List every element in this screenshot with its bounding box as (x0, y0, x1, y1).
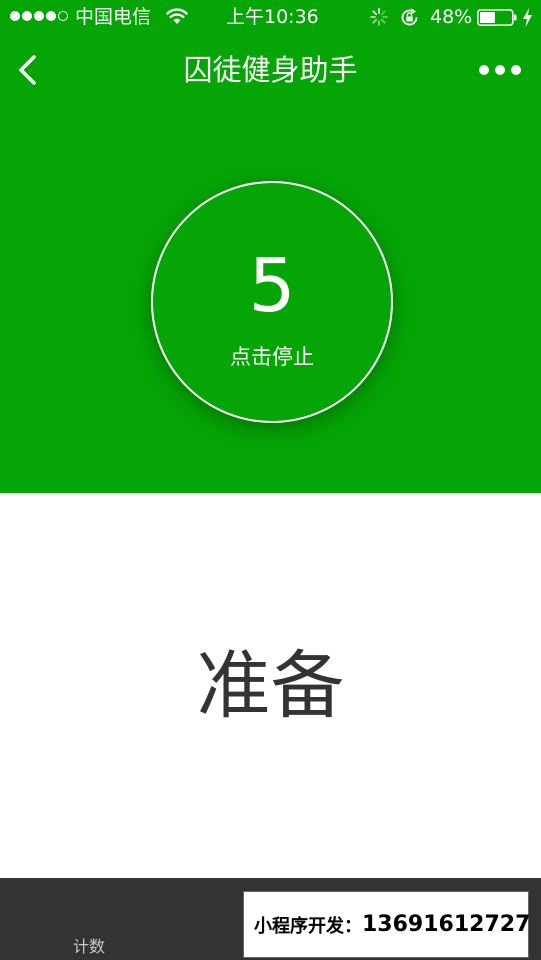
count-tab[interactable]: 计数 (73, 936, 105, 958)
developer-contact-banner: 小程序开发： 13691612727 (243, 891, 531, 958)
charging-bolt-icon (523, 8, 532, 27)
status-bar: 中国电信 上午10:36 48% (0, 0, 541, 36)
signal-strength-icon (10, 11, 68, 21)
wifi-icon (166, 8, 188, 24)
developer-phone: 13691612727 (362, 912, 531, 937)
more-dots-icon[interactable] (478, 64, 522, 76)
bottom-bar: 计数 小程序开发： 13691612727 (0, 878, 541, 960)
carrier-name: 中国电信 (75, 6, 152, 28)
timer-stop-button[interactable]: 5 点击停止 (151, 181, 393, 423)
stop-label: 点击停止 (230, 345, 314, 369)
exercise-status: 准备 (196, 643, 345, 729)
developer-label: 小程序开发： (254, 915, 362, 937)
rotation-lock-icon (401, 8, 418, 26)
header-area: 中国电信 上午10:36 48% 囚徒健身助手 5 点击停止 (0, 0, 541, 493)
battery-icon (477, 9, 517, 26)
clock: 上午10:36 (226, 6, 319, 28)
activity-spinner-icon (370, 8, 388, 26)
page-title: 囚徒健身助手 (183, 53, 358, 87)
countdown-number: 5 (248, 243, 296, 329)
battery-percentage: 48% (430, 6, 473, 28)
